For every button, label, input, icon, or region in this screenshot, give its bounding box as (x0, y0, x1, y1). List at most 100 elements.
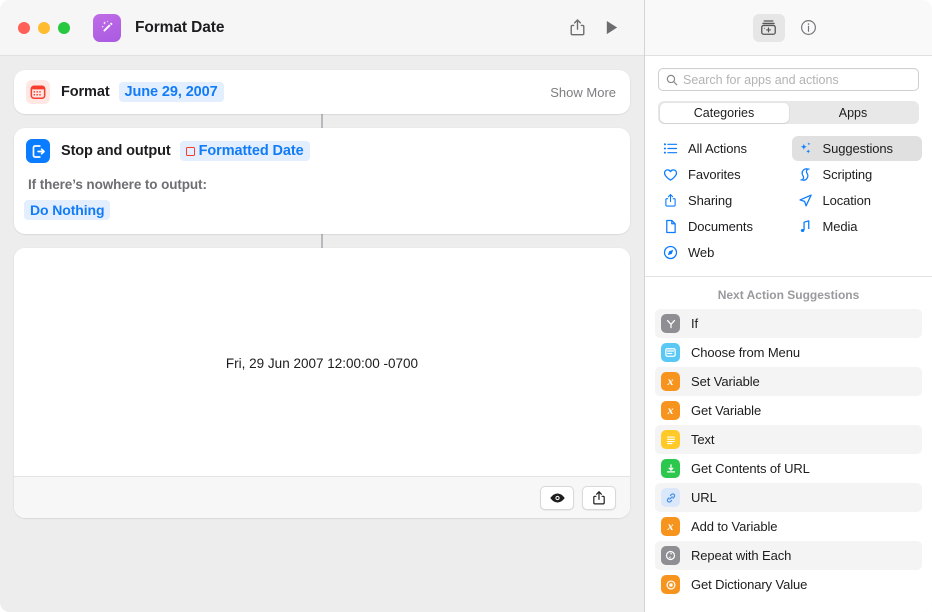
list-item-label: Choose from Menu (691, 345, 800, 360)
dictionary-icon (661, 575, 680, 594)
action-card-stop-and-output[interactable]: Stop and output Formatted Date If there’… (14, 128, 630, 234)
list-item[interactable]: Repeat with Each (655, 541, 922, 570)
list-item-label: Text (691, 432, 714, 447)
list-item-label: Get Contents of URL (691, 461, 810, 476)
workflow-pane: Format Date (0, 0, 645, 612)
library-toolbar (645, 0, 932, 56)
variable-x-icon: x (661, 401, 680, 420)
list-item[interactable]: Choose from Menu (655, 338, 922, 367)
share-icon (662, 192, 679, 209)
token-text: Formatted Date (199, 143, 304, 159)
category-media[interactable]: Media (792, 214, 923, 239)
category-web[interactable]: Web (657, 240, 788, 265)
search-box[interactable] (658, 68, 919, 91)
list-item[interactable]: x Add to Variable (655, 512, 922, 541)
action-library-pane: Categories Apps All Actions (645, 0, 932, 612)
scripting-icon (797, 166, 814, 183)
list-item[interactable]: Get Dictionary Value (655, 570, 922, 599)
search-input[interactable] (683, 73, 911, 87)
tab-categories[interactable]: Categories (660, 103, 789, 123)
share-icon[interactable] (560, 13, 594, 43)
close-button[interactable] (18, 22, 30, 34)
library-segmented-control: Categories Apps (658, 101, 919, 124)
safari-compass-icon (662, 244, 679, 261)
category-location[interactable]: Location (792, 188, 923, 213)
suggestions-header: Next Action Suggestions (645, 277, 932, 309)
category-label: Documents (688, 219, 753, 234)
action-connector (321, 114, 323, 128)
category-label: Media (823, 219, 858, 234)
preview-body: Fri, 29 Jun 2007 12:00:00 -0700 (14, 248, 630, 476)
search-icon (666, 74, 678, 86)
location-arrow-icon (797, 192, 814, 209)
info-icon[interactable] (793, 14, 825, 42)
text-lines-icon (661, 430, 680, 449)
list-item[interactable]: Text (655, 425, 922, 454)
window-titlebar: Format Date (0, 0, 644, 56)
minimize-button[interactable] (38, 22, 50, 34)
download-icon (661, 459, 680, 478)
list-item[interactable]: If (655, 309, 922, 338)
category-all-actions[interactable]: All Actions (657, 136, 788, 161)
list-item-label: Add to Variable (691, 519, 777, 534)
quick-look-eye-icon[interactable] (540, 486, 574, 510)
shortcuts-editor-window: Format Date (0, 0, 932, 612)
category-label: Scripting (823, 167, 873, 182)
page-title: Format Date (135, 19, 224, 37)
list-item[interactable]: URL (655, 483, 922, 512)
traffic-lights (18, 22, 70, 34)
sparkles-icon (797, 140, 814, 157)
list-item[interactable]: Get Contents of URL (655, 454, 922, 483)
formatted-date-token[interactable]: Formatted Date (180, 141, 310, 161)
action-library-icon[interactable] (753, 14, 785, 42)
stop-action-header: Stop and output Formatted Date (26, 139, 616, 163)
music-note-icon (797, 218, 814, 235)
list-item-label: Get Dictionary Value (691, 577, 807, 592)
category-grid: All Actions Suggestions (645, 124, 932, 277)
action-card-format[interactable]: Format June 29, 2007 Show More (14, 70, 630, 114)
zoom-button[interactable] (58, 22, 70, 34)
date-token[interactable]: June 29, 2007 (119, 82, 224, 102)
list-item-label: URL (691, 490, 717, 505)
nowhere-to-output-label: If there’s nowhere to output: (28, 177, 616, 192)
if-branch-icon (661, 314, 680, 333)
category-label: Web (688, 245, 714, 260)
list-item-label: Get Variable (691, 403, 761, 418)
suggestions-list: If Choose from Menu x Set Variable (645, 309, 932, 599)
workflow-canvas: Format June 29, 2007 Show More (0, 56, 644, 612)
calendar-icon (26, 80, 50, 104)
category-label: Location (823, 193, 871, 208)
list-item[interactable]: x Set Variable (655, 367, 922, 396)
heart-icon (662, 166, 679, 183)
magic-wand-icon (93, 14, 121, 42)
preview-toolbar (14, 476, 630, 518)
category-label: Suggestions (823, 141, 893, 156)
list-item[interactable]: x Get Variable (655, 396, 922, 425)
category-scripting[interactable]: Scripting (792, 162, 923, 187)
category-suggestions[interactable]: Suggestions (792, 136, 923, 161)
category-sharing[interactable]: Sharing (657, 188, 788, 213)
list-item-label: Set Variable (691, 374, 760, 389)
category-documents[interactable]: Documents (657, 214, 788, 239)
list-item-label: Repeat with Each (691, 548, 791, 563)
menu-icon (661, 343, 680, 362)
play-icon[interactable] (594, 13, 628, 43)
search-area (645, 56, 932, 91)
category-favorites[interactable]: Favorites (657, 162, 788, 187)
list-bullet-icon (662, 140, 679, 157)
link-icon (661, 488, 680, 507)
share-icon[interactable] (582, 486, 616, 510)
category-label: Sharing (688, 193, 732, 208)
action-label-stop-and-output: Stop and output (61, 143, 171, 159)
show-more-button[interactable]: Show More (550, 85, 616, 100)
action-connector (321, 234, 323, 248)
preview-output-text: Fri, 29 Jun 2007 12:00:00 -0700 (226, 356, 418, 371)
repeat-icon (661, 546, 680, 565)
document-icon (662, 218, 679, 235)
do-nothing-option[interactable]: Do Nothing (24, 200, 110, 220)
list-item-label: If (691, 316, 698, 331)
tab-apps[interactable]: Apps (789, 103, 918, 123)
category-label: All Actions (688, 141, 747, 156)
variable-x-icon: x (661, 517, 680, 536)
red-square-icon (186, 147, 195, 156)
